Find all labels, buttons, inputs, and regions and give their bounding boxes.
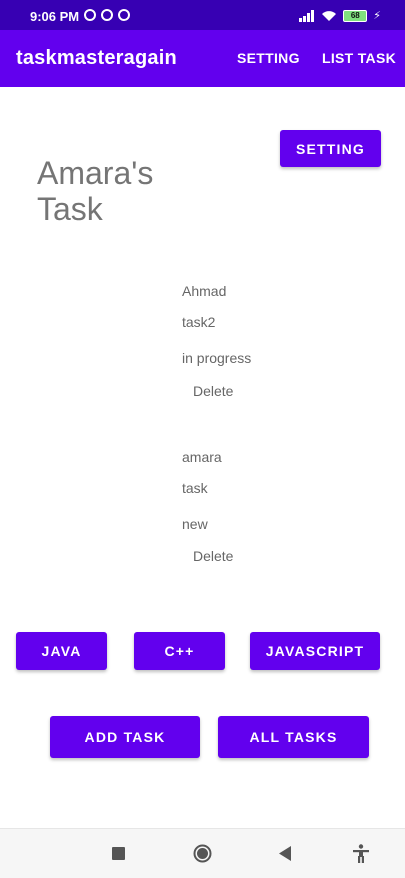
task-user: amara [182, 449, 222, 465]
notification-icon [118, 9, 130, 21]
task-delete-button[interactable]: Delete [193, 548, 233, 564]
alarm-icon [84, 9, 96, 21]
signal-icon [299, 9, 315, 22]
status-bar: 9:06 PM 68 ⚡ [0, 0, 405, 30]
notification-icon [101, 9, 113, 21]
cpp-button[interactable]: C++ [134, 632, 225, 670]
app-title: taskmasteragain [16, 47, 177, 69]
charging-icon: ⚡ [373, 10, 381, 22]
appbar-list-task-action[interactable]: LIST TASK [322, 50, 396, 66]
app-bar: taskmasteragain SETTING LIST TASK [0, 30, 405, 87]
task-user: Ahmad [182, 283, 227, 299]
java-button[interactable]: JAVA [16, 632, 107, 670]
task-title: task2 [182, 314, 216, 330]
status-time: 9:06 PM [30, 9, 80, 24]
all-tasks-button[interactable]: ALL TASKS [218, 716, 369, 758]
accessibility-icon[interactable] [353, 844, 369, 863]
page-title: Amara's Task [37, 155, 154, 227]
battery-icon: 68 [343, 9, 368, 22]
status-notification-icons [84, 9, 130, 21]
wifi-icon [322, 10, 337, 21]
home-icon[interactable] [193, 844, 212, 863]
status-system-icons: 68 ⚡ [299, 9, 381, 22]
task-state: in progress [182, 350, 252, 366]
recent-apps-icon[interactable] [112, 847, 125, 860]
add-task-button[interactable]: ADD TASK [50, 716, 200, 758]
system-nav-bar [0, 828, 405, 878]
back-icon[interactable] [279, 846, 292, 861]
setting-button[interactable]: SETTING [280, 130, 381, 167]
appbar-setting-action[interactable]: SETTING [237, 50, 300, 66]
javascript-button[interactable]: JAVASCRIPT [250, 632, 380, 670]
task-title: task [182, 480, 208, 496]
task-delete-button[interactable]: Delete [193, 383, 233, 399]
task-state: new [182, 516, 208, 532]
